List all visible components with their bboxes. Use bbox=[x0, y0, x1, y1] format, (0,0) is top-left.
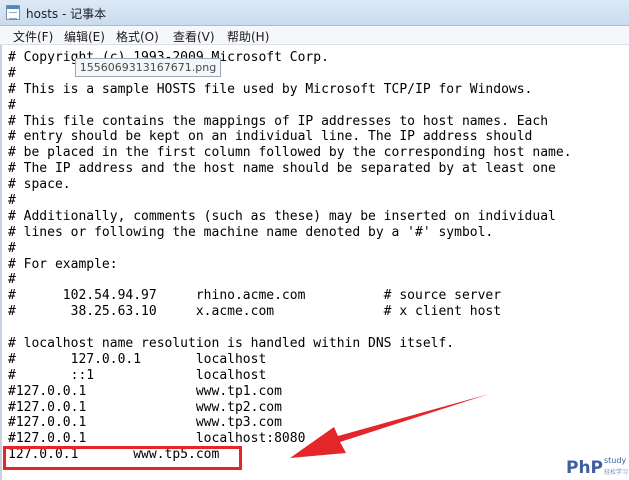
text-line: # bbox=[8, 97, 16, 113]
text-line: # be placed in the first column followed… bbox=[8, 145, 572, 161]
text-line: # 102.54.94.97 rhino.acme.com # source s… bbox=[8, 288, 502, 304]
highlight-box bbox=[3, 446, 242, 470]
text-line: # bbox=[8, 193, 16, 209]
text-line: # This file contains the mappings of IP … bbox=[8, 113, 549, 129]
text-line: # For example: bbox=[8, 256, 118, 272]
logo-php-text: PhP bbox=[566, 458, 604, 478]
text-line: # lines or following the machine name de… bbox=[8, 224, 494, 240]
title-bar[interactable]: hosts - 记事本 bbox=[0, 0, 629, 26]
text-line: # ::1 localhost bbox=[8, 367, 267, 383]
notepad-app-icon bbox=[6, 5, 20, 20]
text-line: # Additionally, comments (such as these)… bbox=[8, 208, 556, 224]
text-line: # bbox=[8, 240, 16, 256]
text-line bbox=[8, 320, 572, 336]
menu-help[interactable]: 帮助(H) bbox=[227, 28, 269, 45]
menu-view[interactable]: 查看(V) bbox=[173, 28, 215, 45]
notepad-window: hosts - 记事本 文件(F) 编辑(E) 格式(O) 查看(V) 帮助(H… bbox=[0, 0, 629, 480]
text-line: # bbox=[8, 272, 16, 288]
menu-file[interactable]: 文件(F) bbox=[13, 28, 53, 45]
logo-study-text: study bbox=[604, 456, 627, 465]
annotation-arrow-icon bbox=[290, 394, 489, 458]
text-line: # space. bbox=[8, 177, 71, 193]
text-line: # The IP address and the host name shoul… bbox=[8, 161, 556, 177]
text-line: # This is a sample HOSTS file used by Mi… bbox=[8, 81, 533, 97]
text-line: # localhost name resolution is handled w… bbox=[8, 336, 455, 352]
text-line: # 38.25.63.10 x.acme.com # x client host bbox=[8, 304, 502, 320]
text-line: # 127.0.0.1 localhost bbox=[8, 351, 267, 367]
filename-tooltip: 1556069313167671.png bbox=[75, 58, 221, 77]
text-line: # entry should be kept on an individual … bbox=[8, 129, 533, 145]
menu-bar: 文件(F) 编辑(E) 格式(O) 查看(V) 帮助(H) bbox=[0, 26, 629, 45]
menu-format[interactable]: 格式(O) bbox=[116, 28, 159, 45]
menu-edit[interactable]: 编辑(E) bbox=[64, 28, 105, 45]
window-title: hosts - 记事本 bbox=[26, 7, 107, 21]
php-study-logo: PhP study 轻松学习 bbox=[566, 455, 629, 479]
logo-sub-text: 轻松学习 bbox=[604, 469, 629, 476]
